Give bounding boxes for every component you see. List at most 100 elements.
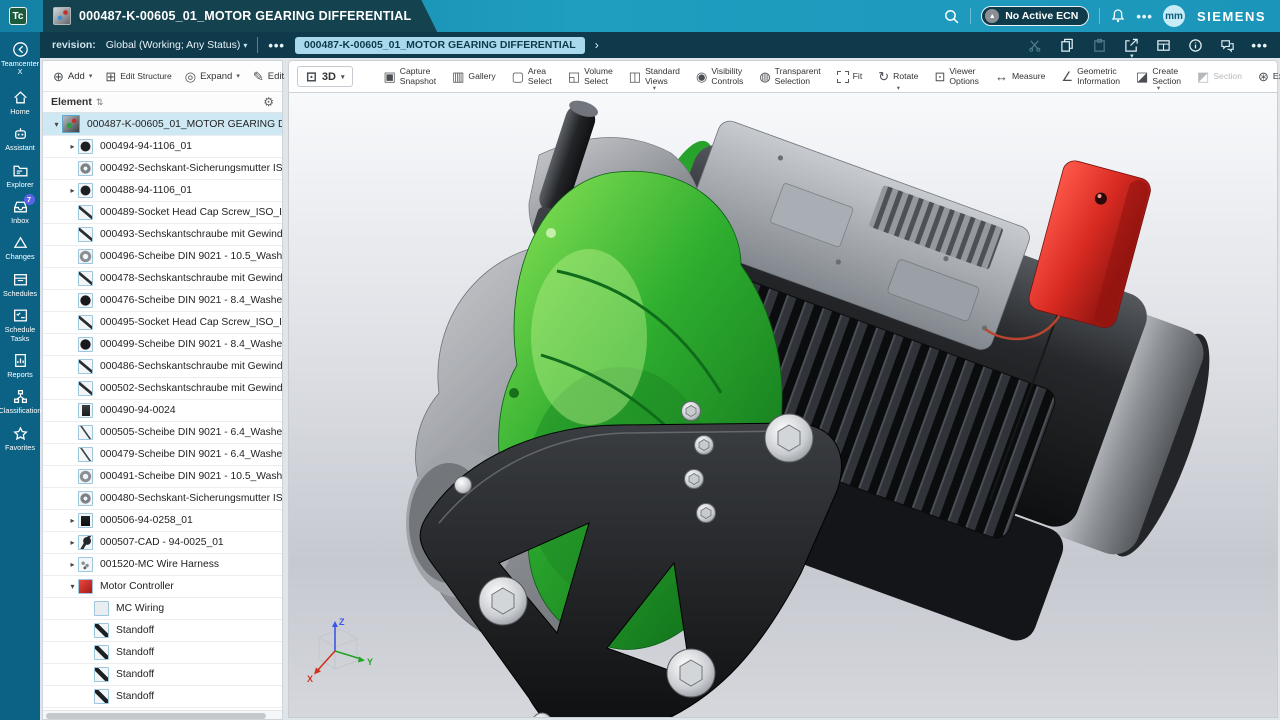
caret-down-icon[interactable]: ▾ [67, 582, 78, 591]
toolbar-button-label: Capture Snapshot [400, 67, 436, 85]
caret-right-icon[interactable]: ▸ [67, 560, 78, 569]
sidebar-item-explorer[interactable]: Explorer [0, 157, 40, 193]
tree-row-label: 000493-Sechskantschraube mit Gewinde bis… [100, 229, 282, 240]
tree-column-header[interactable]: Element ⇅ ⚙ [43, 92, 282, 113]
sidebar-item-assistant[interactable]: Assistant [0, 120, 40, 156]
caret-right-icon[interactable]: ▸ [67, 186, 78, 195]
copy-icon[interactable] [1059, 37, 1076, 54]
more-tools-icon[interactable]: ••• [1251, 38, 1268, 53]
tree-row[interactable]: 000479-Scheibe DIN 9021 - 6.4_Washer DIN… [43, 444, 282, 466]
tree-row[interactable]: ▾000487-K-00605_01_MOTOR GEARING DIFFERE… [43, 113, 282, 136]
tree-row[interactable]: 000490-94-0024 [43, 400, 282, 422]
info-icon[interactable] [1187, 37, 1204, 54]
sidebar-item-classification[interactable]: Classification [0, 383, 40, 419]
tree-row[interactable]: ▸000506-94-0258_01 [43, 510, 282, 532]
visibility-button[interactable]: ◉Visibility Controls [688, 62, 751, 92]
part-thumbnail-lever-icon [78, 535, 93, 550]
caret-right-icon[interactable]: ▸ [67, 538, 78, 547]
tree-row[interactable]: Standoff [43, 686, 282, 708]
tree-row[interactable]: 000478-Sechskantschraube mit Gewinde bis… [43, 268, 282, 290]
tree-row[interactable]: ▸001520-MC Wire Harness [43, 554, 282, 576]
expand-button[interactable]: ◎ Expand▾ [185, 70, 240, 83]
breadcrumb-more-icon[interactable]: ••• [268, 38, 285, 53]
part-thumbnail-nut-icon [78, 491, 93, 506]
sidebar-item-home[interactable]: Home [0, 84, 40, 120]
tree-row[interactable]: 000480-Sechskant-Sicherungsmutter ISO 70… [43, 488, 282, 510]
sidebar-item-schedule-tasks[interactable]: Schedule Tasks [0, 302, 40, 347]
comments-icon[interactable] [1219, 37, 1236, 54]
orientation-triad[interactable]: Z Y X [299, 611, 377, 689]
back-icon [12, 41, 29, 58]
caret-right-icon[interactable]: ▸ [67, 516, 78, 525]
part-thumbnail-screw-icon [78, 359, 93, 374]
revision-rule-selector[interactable]: Global (Working; Any Status) ▾ [106, 39, 248, 51]
part-thumbnail-nut-icon [78, 161, 93, 176]
sidebar-item-reports[interactable]: Reports [0, 347, 40, 383]
tree-row[interactable]: Standoff [43, 620, 282, 642]
tree-row[interactable]: Standoff [43, 642, 282, 664]
tree-row[interactable]: 000499-Scheibe DIN 9021 - 8.4_Washer DIN… [43, 334, 282, 356]
tree-row[interactable]: 000493-Sechskantschraube mit Gewinde bis… [43, 224, 282, 246]
tree-row[interactable]: ▸000494-94-1106_01 [43, 136, 282, 158]
sort-icon[interactable]: ⇅ [96, 97, 104, 108]
sidebar-item-favorites[interactable]: Favorites [0, 420, 40, 456]
tree-row[interactable]: 000491-Scheibe DIN 9021 - 10.5_Washer DI… [43, 466, 282, 488]
tree-row[interactable]: 000486-Sechskantschraube mit Gewinde bis… [43, 356, 282, 378]
tree-horizontal-scrollbar[interactable] [43, 710, 282, 719]
notifications-bell-icon[interactable] [1110, 8, 1126, 24]
breadcrumb-chip[interactable]: 000487-K-00605_01_MOTOR GEARING DIFFEREN… [295, 37, 585, 54]
explode-icon: ⊛ [1258, 70, 1269, 83]
view-mode-button[interactable]: ⊡ 3D▾ [297, 66, 353, 87]
volume-button[interactable]: ◱Volume Select [560, 62, 621, 92]
tree-row[interactable]: ▾ Motor Controller [43, 576, 282, 598]
transparent-button[interactable]: ◍Transparent Selection [751, 62, 828, 92]
tree-row[interactable]: 000496-Scheibe DIN 9021 - 10.5_Washer DI… [43, 246, 282, 268]
capture-button[interactable]: ▣Capture Snapshot [375, 62, 444, 92]
toolbar-button-label: Volume Select [584, 67, 613, 85]
area-button[interactable]: ▢Area Select [504, 62, 560, 92]
add-button[interactable]: ⊕ Add▾ [53, 70, 92, 83]
tree-row[interactable]: ▸000507-CAD - 94-0025_01 [43, 532, 282, 554]
caret-right-icon[interactable]: ▸ [67, 142, 78, 151]
tree-row[interactable]: 000476-Scheibe DIN 9021 - 8.4_Washer DIN… [43, 290, 282, 312]
rotate-button[interactable]: ↻Rotate▾ [870, 62, 926, 92]
tree-row[interactable]: ▸000488-94-1106_01 [43, 180, 282, 202]
sidebar-item-inbox[interactable]: 7Inbox [0, 193, 40, 229]
part-thumbnail-block-icon [78, 403, 93, 418]
fit-button[interactable]: Fit [829, 62, 871, 92]
user-avatar[interactable]: mm [1163, 5, 1185, 27]
sidebar-item-teamcenter-x[interactable]: Teamcenter X [0, 36, 40, 81]
options-button[interactable]: ⊡Viewer Options [926, 62, 987, 92]
tree-row[interactable]: 000492-Sechskant-Sicherungsmutter ISO 70… [43, 158, 282, 180]
column-settings-gear-icon[interactable]: ⚙ [263, 95, 274, 109]
views-button[interactable]: ◫Standard Views▾ [621, 62, 688, 92]
search-icon[interactable] [943, 8, 960, 25]
geominfo-button[interactable]: ∠Geometric Information [1053, 62, 1128, 92]
tree-row[interactable]: 000502-Sechskantschraube mit Gewinde bis… [43, 378, 282, 400]
tree-row-label: 000480-Sechskant-Sicherungsmutter ISO 70… [100, 493, 282, 504]
more-actions-icon[interactable]: ••• [1136, 9, 1153, 24]
gallery-button[interactable]: ▥Gallery [444, 62, 504, 92]
edit-button[interactable]: ✎ Edit [253, 70, 284, 83]
tree-row[interactable]: MC Wiring [43, 598, 282, 620]
measure-button[interactable]: ↔Measure [987, 62, 1053, 92]
tree-row[interactable]: 000495-Socket Head Cap Screw_ISO_ISO 476… [43, 312, 282, 334]
document-tab[interactable]: 000487-K-00605_01_MOTOR GEARING DIFFEREN… [43, 0, 437, 32]
create-section-button[interactable]: ◪Create Section▾ [1128, 62, 1189, 92]
tree-toolbar: ⊕ Add▾ ⊞ Edit Structure ◎ Expand▾ ✎ Edit… [43, 61, 282, 92]
table-view-icon[interactable] [1155, 37, 1172, 54]
3d-model-viewport[interactable]: Z Y X [288, 93, 1278, 718]
explode-button[interactable]: ⊛Explode [1250, 62, 1280, 92]
caret-down-icon[interactable]: ▾ [51, 120, 62, 129]
tree-row-label: Motor Controller [100, 581, 282, 592]
edit-structure-button[interactable]: ⊞ Edit Structure [105, 70, 171, 83]
tree-row[interactable]: 000505-Scheibe DIN 9021 - 6.4_Washer DIN… [43, 422, 282, 444]
sidebar-item-changes[interactable]: Changes [0, 229, 40, 265]
sidebar-item-label: Assistant [5, 144, 35, 152]
tree-row[interactable]: 000489-Socket Head Cap Screw_ISO_ISO 476… [43, 202, 282, 224]
teamcenter-logo[interactable]: Tc [9, 7, 27, 25]
tree-row[interactable]: Standoff [43, 664, 282, 686]
sidebar-item-schedules[interactable]: Schedules [0, 266, 40, 302]
ecn-status-pill[interactable]: ▲ No Active ECN [981, 6, 1089, 26]
open-in-icon[interactable]: ▾ [1123, 37, 1140, 54]
